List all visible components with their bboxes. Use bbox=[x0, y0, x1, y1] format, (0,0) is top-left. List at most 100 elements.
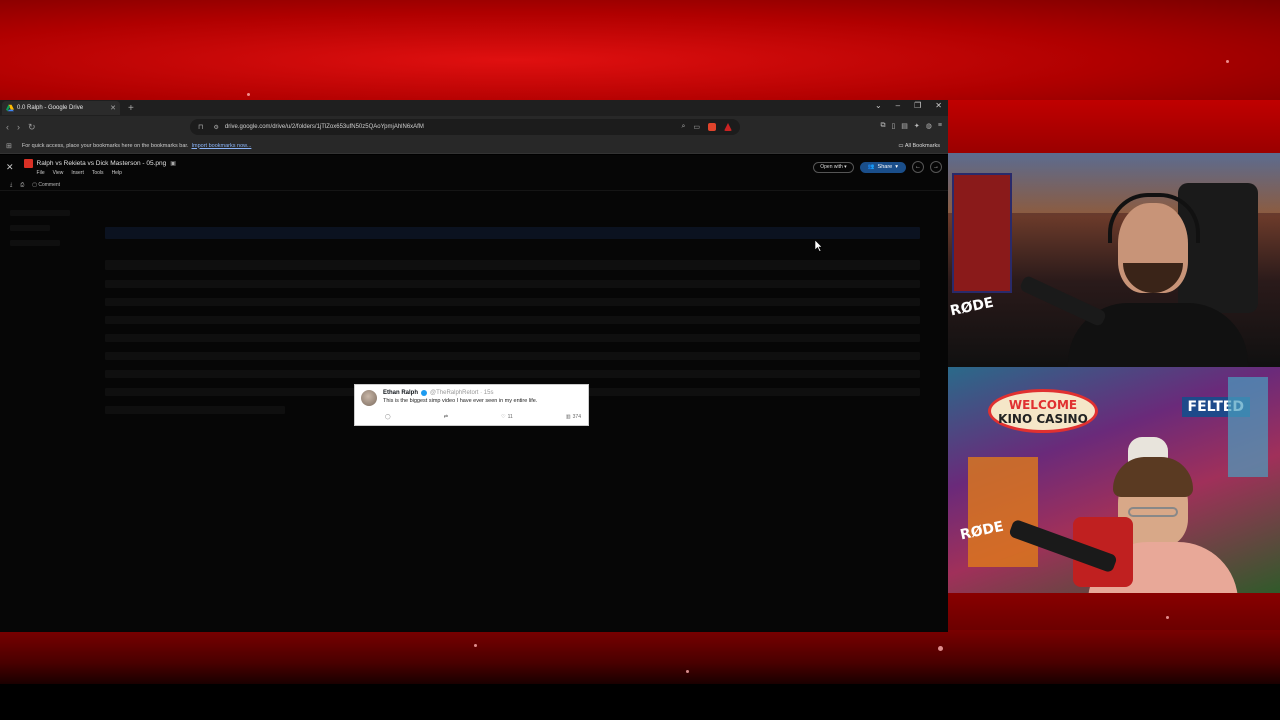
tweet-image: Ethan Ralph @TheRalphRetort · 15s This i… bbox=[354, 384, 589, 426]
open-with-label: Open with bbox=[820, 164, 843, 170]
sidebar-icon[interactable]: ▯ bbox=[891, 122, 895, 130]
reload-icon[interactable]: ↻ bbox=[28, 122, 36, 133]
stage-background-right bbox=[948, 100, 1280, 154]
navigation-bar: ‹ › ↻ ⊓ ⚙ drive.google.com/drive/u/2/fol… bbox=[0, 116, 948, 138]
cast-icon[interactable]: ▭ bbox=[693, 123, 700, 131]
menu-icon[interactable]: ≡ bbox=[938, 122, 942, 130]
next-file-icon[interactable]: → bbox=[930, 161, 942, 173]
window-close-icon[interactable]: ✕ bbox=[935, 101, 942, 110]
stage-background-bottom bbox=[0, 630, 1280, 684]
restore-icon[interactable]: ❐ bbox=[914, 101, 921, 110]
view-count: 374 bbox=[572, 414, 581, 420]
print-icon[interactable]: ⎙ bbox=[20, 182, 24, 188]
tweet-text: This is the biggest simp video I have ev… bbox=[383, 398, 538, 404]
brave-rewards-icon[interactable] bbox=[724, 123, 732, 131]
menu-help[interactable]: Help bbox=[112, 170, 122, 176]
dimmed-sidebar-item bbox=[10, 225, 50, 231]
tweet-handle: @TheRalphRetort · 15s bbox=[430, 390, 494, 396]
url-text: drive.google.com/drive/u/2/folders/1jTlZ… bbox=[224, 124, 424, 130]
vpn-icon[interactable]: ◍ bbox=[926, 122, 932, 130]
tweet-author-name: Ethan Ralph bbox=[383, 390, 419, 396]
dimmed-sidebar-item bbox=[10, 240, 60, 246]
welcome-sign-line2: KINO CASINO bbox=[998, 412, 1088, 426]
browser-window: 0.0 Ralph - Google Drive ✕ + ⌄ – ❐ ✕ ‹ ›… bbox=[0, 100, 948, 632]
menu-insert[interactable]: Insert bbox=[71, 170, 84, 176]
spark bbox=[686, 670, 689, 673]
glasses bbox=[1128, 507, 1178, 517]
open-with-button[interactable]: Open with ▾ bbox=[813, 161, 854, 173]
menu-tools[interactable]: Tools bbox=[92, 170, 104, 176]
viewer-file-title: Ralph vs Rekieta vs Dick Masterson - 05.… bbox=[36, 160, 167, 167]
viewer-title-row: Ralph vs Rekieta vs Dick Masterson - 05.… bbox=[23, 159, 176, 168]
spark bbox=[1226, 60, 1229, 63]
previous-file-icon[interactable]: ← bbox=[912, 161, 924, 173]
people-icon: 👥 bbox=[867, 164, 875, 170]
welcome-sign-line1: WELCOME bbox=[1008, 398, 1078, 412]
spark bbox=[247, 93, 250, 96]
hair bbox=[1113, 457, 1193, 497]
stage-background-top bbox=[0, 0, 1280, 100]
dimmed-table-row bbox=[105, 280, 920, 288]
download-icon[interactable]: ⤓ bbox=[10, 182, 12, 188]
site-info-icon[interactable]: ⚙ bbox=[213, 124, 218, 131]
back-icon[interactable]: ‹ bbox=[6, 122, 9, 132]
viewer-toolbar: ⤓ ⎙ ▢ Comment bbox=[0, 179, 948, 191]
minimize-icon[interactable]: – bbox=[896, 101, 900, 110]
apps-grid-icon[interactable]: ⊞ bbox=[6, 142, 12, 150]
share-label: Share bbox=[877, 164, 893, 170]
dimmed-table-row bbox=[105, 370, 920, 378]
share-button[interactable]: 👥 Share ▾ bbox=[859, 161, 906, 173]
dimmed-table-row bbox=[105, 298, 920, 306]
google-drive-icon bbox=[6, 104, 14, 112]
tab-bar: 0.0 Ralph - Google Drive ✕ + ⌄ – ❐ ✕ bbox=[0, 100, 948, 116]
welcome-sign: WELCOME KINO CASINO bbox=[988, 389, 1098, 433]
viewer-actions: Open with ▾ 👥 Share ▾ ← → bbox=[813, 161, 942, 173]
viewer-file-info: Ralph vs Rekieta vs Dick Masterson - 05.… bbox=[23, 159, 176, 176]
bookmark-icon[interactable]: ⊓ bbox=[198, 123, 203, 131]
import-bookmarks-link[interactable]: Import bookmarks now... bbox=[191, 143, 251, 149]
webcam-bottom: WELCOME KINO CASINO FELTED RØDE bbox=[948, 367, 1280, 593]
all-bookmarks-label: All Bookmarks bbox=[904, 142, 940, 149]
menu-view[interactable]: View bbox=[53, 170, 64, 176]
viewer-close-icon[interactable]: ✕ bbox=[6, 162, 14, 173]
spark bbox=[474, 644, 477, 647]
statue-of-liberty bbox=[1228, 377, 1268, 477]
shared-folder-icon: ▣ bbox=[170, 161, 176, 167]
image-file-icon bbox=[23, 159, 33, 168]
neon-decor bbox=[968, 457, 1038, 567]
like-action: ♡ 11 bbox=[501, 414, 513, 420]
comment-button[interactable]: ▢ Comment bbox=[32, 182, 60, 188]
all-bookmarks-button[interactable]: ▭ All Bookmarks bbox=[898, 143, 940, 149]
verified-badge-icon bbox=[421, 390, 428, 396]
extensions-icon[interactable]: ⧉ bbox=[880, 122, 885, 130]
window-controls: ⌄ – ❐ ✕ bbox=[875, 101, 942, 110]
tab-close-icon[interactable]: ✕ bbox=[110, 104, 116, 112]
dimmed-sidebar-item bbox=[10, 210, 70, 216]
retweet-icon: ⇄ bbox=[443, 414, 448, 420]
dimmed-banner bbox=[105, 227, 920, 239]
webcam-top: RØDE bbox=[948, 153, 1280, 367]
tab-search-icon[interactable]: ⌄ bbox=[875, 101, 882, 110]
toolbar-right: ⧉ ▯ ▤ ✦ ◍ ≡ bbox=[880, 122, 942, 130]
forward-icon[interactable]: › bbox=[17, 122, 20, 132]
brave-shield-icon[interactable] bbox=[708, 123, 716, 131]
reply-icon: ◯ bbox=[385, 414, 391, 420]
spark bbox=[938, 646, 943, 651]
avatar bbox=[361, 390, 377, 406]
zoom-search-icon[interactable]: ⌕ bbox=[681, 123, 685, 131]
menu-file[interactable]: File bbox=[37, 170, 45, 176]
wallet-icon[interactable]: ▤ bbox=[901, 122, 908, 130]
stage-background-lower-right bbox=[948, 592, 1280, 632]
gaming-chair bbox=[1178, 183, 1258, 313]
tab-title: 0.0 Ralph - Google Drive bbox=[17, 105, 84, 111]
new-tab-button[interactable]: + bbox=[128, 103, 134, 114]
tab-google-drive[interactable]: 0.0 Ralph - Google Drive ✕ bbox=[2, 101, 120, 115]
bookmarks-prompt: For quick access, place your bookmarks h… bbox=[21, 142, 189, 149]
viewer-header: ✕ Ralph vs Rekieta vs Dick Masterson - 0… bbox=[0, 155, 948, 179]
mouse-cursor-icon bbox=[815, 240, 823, 252]
address-bar-actions: ⌕ ▭ bbox=[681, 123, 732, 131]
address-bar[interactable]: ⊓ ⚙ drive.google.com/drive/u/2/folders/1… bbox=[190, 119, 740, 135]
dimmed-table-row bbox=[105, 334, 920, 342]
dimmed-table-row bbox=[105, 352, 920, 360]
leo-icon[interactable]: ✦ bbox=[914, 122, 920, 130]
